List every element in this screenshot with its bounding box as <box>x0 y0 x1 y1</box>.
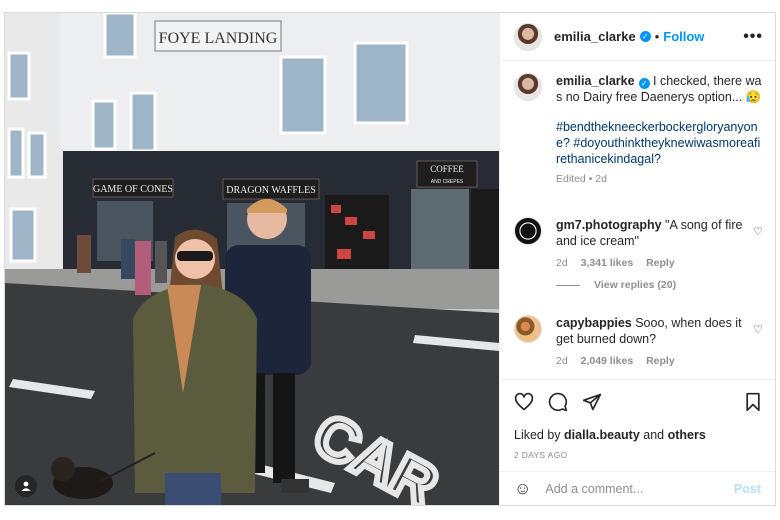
liked-by-line: Liked by dialla.beauty and others <box>514 428 706 442</box>
author-avatar[interactable] <box>514 22 542 51</box>
comment-item: gm7.photography "A song of fire and ice … <box>514 217 763 271</box>
commenter-avatar[interactable] <box>514 217 542 245</box>
post-photo[interactable]: FOYE LANDING GAME OF CONES DRAGON WAFFLE… <box>5 13 499 505</box>
post-dialog: FOYE LANDING GAME OF CONES DRAGON WAFFLE… <box>4 12 776 506</box>
comment-time: 2d <box>556 355 568 367</box>
more-options-icon[interactable]: ••• <box>743 28 763 46</box>
comments-list[interactable]: emilia_clarke ✓ I checked, there was no D… <box>500 61 775 379</box>
comment-likes[interactable]: 2,049 likes <box>581 355 634 367</box>
like-comment-icon[interactable]: ♡ <box>753 225 763 238</box>
like-heart-icon[interactable] <box>514 392 534 412</box>
emoji-icon[interactable]: ☺ <box>514 479 531 499</box>
share-send-icon[interactable] <box>582 392 602 412</box>
commenter-username[interactable]: gm7.photography <box>556 218 662 232</box>
post-time-ago[interactable]: 2 DAYS AGO <box>514 450 567 460</box>
follow-button[interactable]: Follow <box>663 29 704 44</box>
caption-hashtags[interactable]: #bendthekneeckerbockergloryanyone? #doyo… <box>556 119 763 167</box>
add-comment-input[interactable] <box>543 480 734 497</box>
liked-by-joiner: and <box>643 428 665 442</box>
caption-meta: Edited • 2d <box>556 173 607 185</box>
comment-time: 2d <box>556 257 568 269</box>
comment-item: capybappies Sooo, when does it get burne… <box>514 315 763 369</box>
like-comment-icon[interactable]: ♡ <box>753 323 763 336</box>
comment-bubble-icon[interactable] <box>548 392 568 412</box>
caption-avatar[interactable] <box>514 73 542 101</box>
reply-button[interactable]: Reply <box>646 257 675 269</box>
view-replies-label: View replies (20) <box>594 279 677 291</box>
author-username[interactable]: emilia_clarke <box>554 29 636 44</box>
liked-by-others[interactable]: others <box>668 428 706 442</box>
add-comment-bar: ☺ Post <box>500 471 775 505</box>
commenter-username[interactable]: capybappies <box>556 316 632 330</box>
liked-by-user[interactable]: dialla.beauty <box>564 428 640 442</box>
sign-game-of-cones: GAME OF CONES <box>93 184 173 195</box>
comment-likes[interactable]: 3,341 likes <box>581 257 634 269</box>
sign-coffee: COFFEE <box>430 164 464 174</box>
post-header: emilia_clarke ✓ • Follow ••• <box>500 13 775 61</box>
post-side-panel: emilia_clarke ✓ • Follow ••• emilia_clar… <box>499 13 775 505</box>
street-scene-image: FOYE LANDING GAME OF CONES DRAGON WAFFLE… <box>5 13 499 505</box>
post-actions: Liked by dialla.beauty and others 2 DAYS… <box>500 379 775 477</box>
reply-button[interactable]: Reply <box>646 355 675 367</box>
liked-by-prefix: Liked by <box>514 428 561 442</box>
sign-crepes: AND CREPES <box>431 179 464 185</box>
verified-badge-icon: ✓ <box>639 31 651 42</box>
post-comment-button[interactable]: Post <box>734 482 761 496</box>
replies-divider <box>556 284 580 286</box>
commenter-avatar[interactable] <box>514 315 542 343</box>
sign-dragon-waffles: DRAGON WAFFLES <box>226 185 316 196</box>
caption-username[interactable]: emilia_clarke <box>556 74 635 88</box>
view-replies-button[interactable]: View replies (20) <box>556 279 676 291</box>
verified-badge-icon: ✓ <box>638 78 650 89</box>
tagged-users-icon[interactable] <box>15 475 37 497</box>
save-bookmark-icon[interactable] <box>743 392 763 412</box>
caption: emilia_clarke ✓ I checked, there was no D… <box>514 73 763 187</box>
sign-foye-landing: FOYE LANDING <box>159 30 278 47</box>
separator-dot: • <box>654 29 660 44</box>
